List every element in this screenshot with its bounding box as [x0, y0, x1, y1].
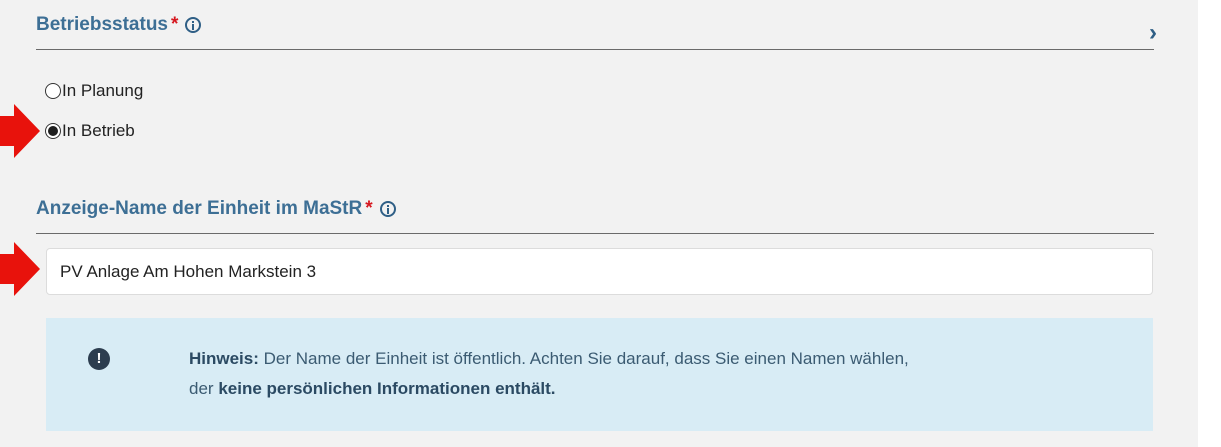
betriebsstatus-title: Betriebsstatus — [36, 14, 168, 35]
notice-text-line2-start: der — [189, 379, 214, 398]
annotation-arrow-icon — [0, 104, 40, 158]
display-name-input[interactable] — [46, 248, 1153, 295]
info-icon[interactable] — [379, 201, 396, 217]
chevron-right-icon[interactable]: › — [1149, 21, 1165, 45]
section-divider — [36, 233, 1154, 234]
required-mark: * — [365, 198, 373, 219]
exclamation-icon: ! — [88, 348, 110, 370]
form-panel: Betriebsstatus * › In Planung In Betrieb… — [0, 0, 1198, 447]
radio-button[interactable] — [45, 83, 61, 99]
betriebsstatus-heading: Betriebsstatus * — [36, 14, 202, 36]
radio-label: In Planung — [62, 81, 144, 100]
anzeige-name-title: Anzeige-Name der Einheit im MaStR — [36, 198, 363, 219]
radio-option-in-betrieb[interactable]: In Betrieb — [45, 121, 135, 141]
notice-text-line1: Der Name der Einheit ist öffentlich. Ach… — [263, 349, 909, 368]
radio-label: In Betrieb — [62, 121, 135, 140]
radio-button-selected[interactable] — [45, 123, 61, 139]
radio-option-in-planung[interactable]: In Planung — [45, 81, 143, 101]
info-icon[interactable] — [185, 17, 202, 33]
annotation-arrow-icon — [0, 242, 40, 296]
required-mark: * — [171, 14, 179, 35]
notice-text-line2-bold: keine persönlichen Informationen enthält… — [218, 379, 556, 398]
notice-text: Hinweis: Der Name der Einheit ist öffent… — [189, 344, 909, 404]
notice-label: Hinweis: — [189, 349, 259, 368]
notice-box: ! Hinweis: Der Name der Einheit ist öffe… — [46, 318, 1153, 431]
anzeige-name-heading: Anzeige-Name der Einheit im MaStR * — [36, 198, 396, 220]
section-divider — [36, 49, 1154, 50]
